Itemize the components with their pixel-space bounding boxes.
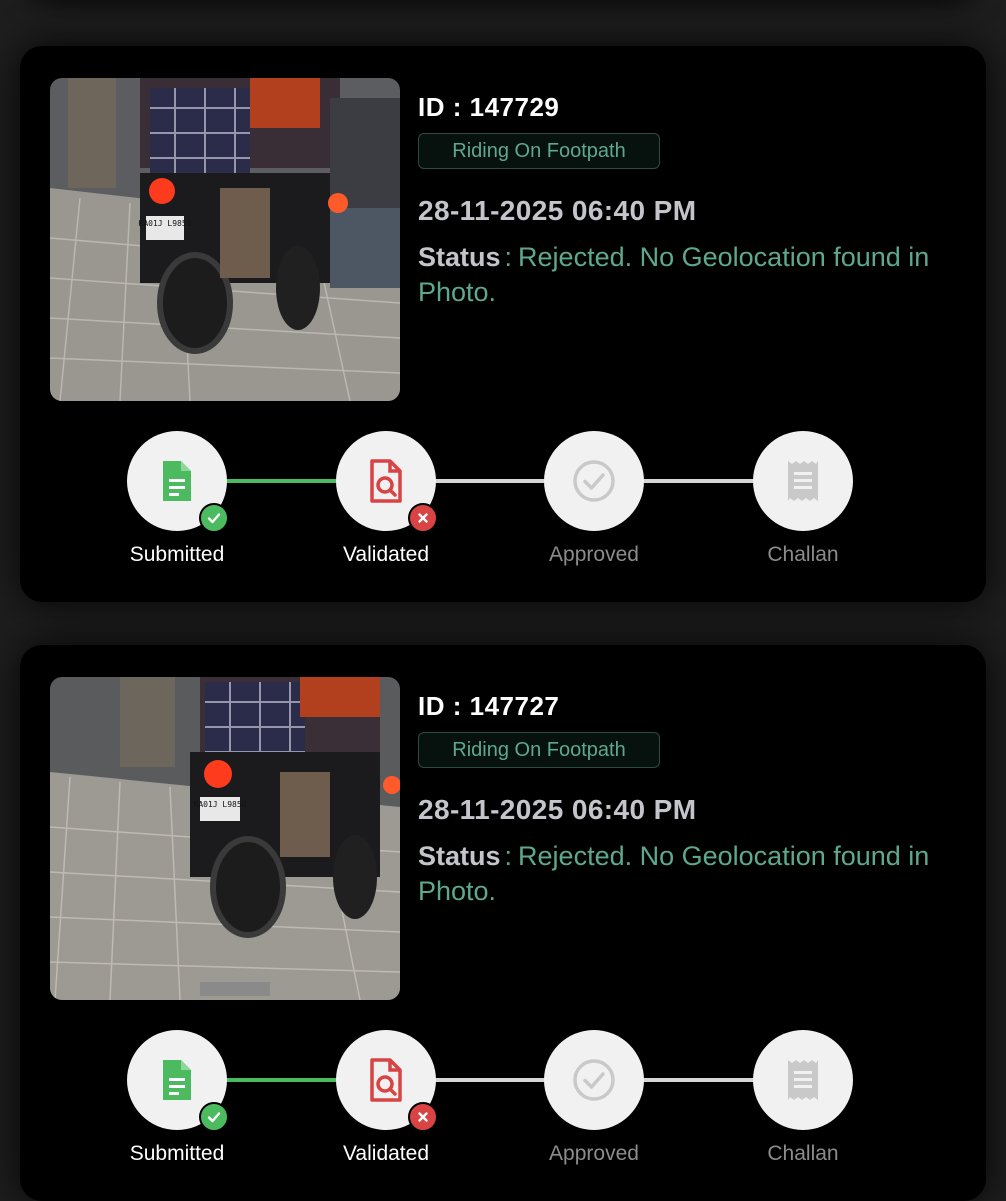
step-challan[interactable]: [753, 431, 853, 531]
step-label-validated: Validated: [342, 543, 429, 566]
svg-text:KA01J L9850: KA01J L9850: [139, 219, 192, 228]
report-id: ID : 147727: [418, 691, 560, 721]
status-line: Status: Rejected. No Geolocation found in…: [418, 240, 938, 310]
svg-text:KA01J L9850: KA01J L9850: [194, 800, 247, 809]
report-id: ID : 147729: [418, 92, 560, 122]
status-line: Status: Rejected. No Geolocation found in…: [418, 839, 938, 909]
report-card[interactable]: KA01J L9850 ID : 147729 Riding On Footpa…: [20, 46, 986, 602]
step-label-approved: Approved: [549, 543, 639, 566]
status-label: Status: [418, 841, 501, 871]
step-validated[interactable]: [336, 1030, 438, 1132]
check-badge-icon: [199, 503, 229, 533]
report-datetime: 28-11-2025 06:40 PM: [418, 195, 697, 226]
check-circle-icon: [573, 1059, 615, 1101]
document-search-icon: [370, 459, 402, 503]
step-label-submitted: Submitted: [129, 543, 225, 566]
check-circle-icon: [573, 460, 615, 502]
progress-tracker: Submitted Validated Approved Challan: [20, 1030, 986, 1180]
step-validated[interactable]: [336, 431, 438, 533]
check-badge-icon: [199, 1102, 229, 1132]
step-label-challan: Challan: [767, 1142, 839, 1165]
status-label: Status: [418, 242, 501, 272]
violation-photo[interactable]: KA01J L9850: [50, 78, 400, 401]
step-approved[interactable]: [544, 431, 644, 531]
step-label-approved: Approved: [549, 1142, 639, 1165]
step-approved[interactable]: [544, 1030, 644, 1130]
cross-badge-icon: [408, 1102, 438, 1132]
violation-photo[interactable]: KA01J L9850: [50, 677, 400, 1000]
document-icon: [163, 461, 191, 501]
motorcycle-photo-icon: KA01J L9850: [50, 677, 400, 1000]
step-submitted[interactable]: [127, 431, 229, 533]
report-datetime: 28-11-2025 06:40 PM: [418, 794, 697, 825]
violation-type-badge: Riding On Footpath: [418, 133, 660, 169]
report-card[interactable]: KA01J L9850 ID : 147727 Riding On Footpa…: [20, 645, 986, 1201]
progress-tracker: Submitted Validated Approved Challan: [20, 431, 986, 581]
status-separator: :: [504, 841, 513, 871]
step-label-challan: Challan: [767, 543, 839, 566]
receipt-icon: [788, 461, 818, 501]
step-label-validated: Validated: [342, 1142, 429, 1165]
receipt-icon: [788, 1060, 818, 1100]
violation-type-badge: Riding On Footpath: [418, 732, 660, 768]
step-submitted[interactable]: [127, 1030, 229, 1132]
cross-badge-icon: [408, 503, 438, 533]
document-icon: [163, 1060, 191, 1100]
document-search-icon: [370, 1058, 402, 1102]
status-separator: :: [504, 242, 513, 272]
motorcycle-photo-icon: KA01J L9850: [50, 78, 400, 401]
step-challan[interactable]: [753, 1030, 853, 1130]
step-label-submitted: Submitted: [129, 1142, 225, 1165]
